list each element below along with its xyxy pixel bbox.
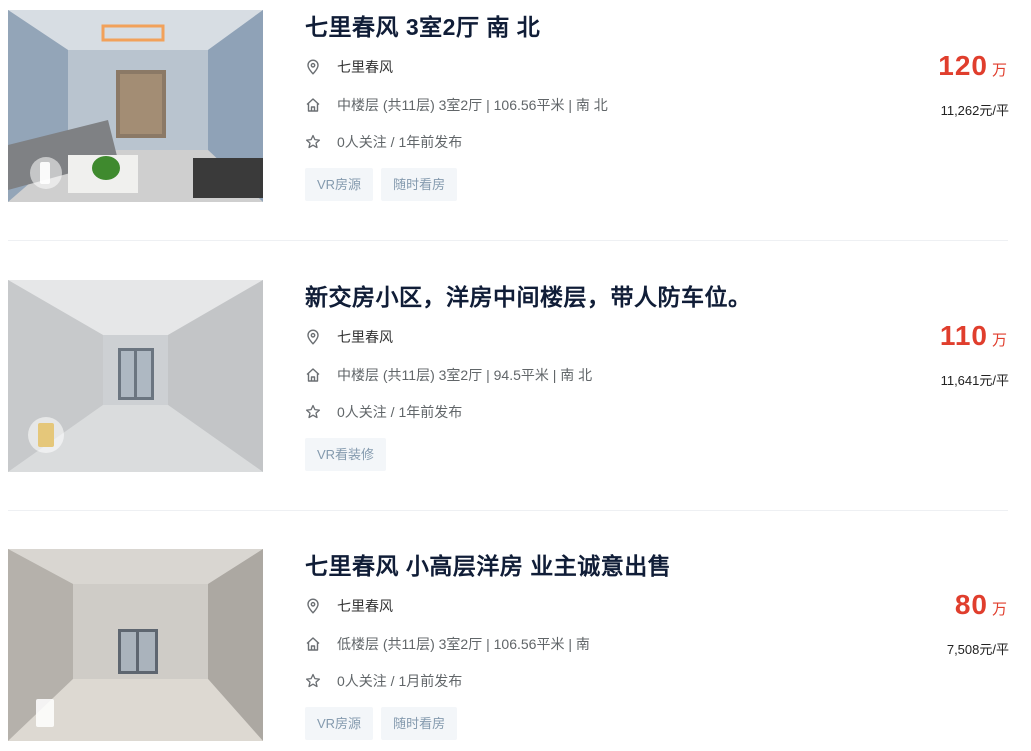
listing-list: 七里春风 3室2厅 南 北 七里春风 中楼层 (共11层) 3室2厅 | 106… <box>0 0 1031 751</box>
listing-card[interactable]: 七里春风 3室2厅 南 北 七里春风 中楼层 (共11层) 3室2厅 | 106… <box>0 0 1031 240</box>
house-info-row: 中楼层 (共11层) 3室2厅 | 94.5平米 | 南 北 <box>305 365 592 385</box>
star-icon <box>305 134 321 150</box>
total-price-value: 120 <box>938 50 988 81</box>
listing-title[interactable]: 七里春风 3室2厅 南 北 <box>305 8 540 42</box>
total-price: 120 万 <box>938 50 1007 82</box>
tag-vr: VR房源 <box>305 168 374 201</box>
star-icon <box>305 404 321 420</box>
tag-list: VR房源 随时看房 <box>305 168 458 201</box>
follow-row: 0人关注 / 1年前发布 <box>305 402 462 422</box>
listing-title[interactable]: 新交房小区，洋房中间楼层，带人防车位。 <box>305 278 752 312</box>
star-icon <box>305 673 321 689</box>
listing-photo[interactable] <box>8 280 263 472</box>
total-price-unit: 万 <box>991 62 1007 79</box>
house-info-text: 中楼层 (共11层) 3室2厅 | 106.56平米 | 南 北 <box>337 97 608 113</box>
tag-vr-decoration: VR看装修 <box>305 438 387 471</box>
divider <box>8 240 1008 241</box>
total-price-value: 110 <box>939 320 988 351</box>
location-pin-icon <box>305 329 321 345</box>
house-info-text: 中楼层 (共11层) 3室2厅 | 94.5平米 | 南 北 <box>337 367 593 383</box>
house-info-row: 中楼层 (共11层) 3室2厅 | 106.56平米 | 南 北 <box>305 95 608 115</box>
total-price-unit: 万 <box>991 332 1007 349</box>
listing-photo[interactable] <box>8 10 263 202</box>
community-row: 七里春风 <box>305 57 393 77</box>
listing-card[interactable]: 新交房小区，洋房中间楼层，带人防车位。 七里春风 中楼层 (共11层) 3室2厅… <box>0 270 1031 510</box>
divider <box>8 510 1008 511</box>
follow-text: 0人关注 / 1月前发布 <box>337 673 463 689</box>
empty-room-photo <box>8 280 263 472</box>
community-row: 七里春风 <box>305 327 393 347</box>
tag-viewing: 随时看房 <box>381 168 458 201</box>
house-info-row: 低楼层 (共11层) 3室2厅 | 106.56平米 | 南 <box>305 634 590 654</box>
unit-price: 11,262元/平 <box>940 103 1009 118</box>
house-icon <box>305 367 321 383</box>
total-price-value: 80 <box>954 589 988 620</box>
follow-row: 0人关注 / 1年前发布 <box>305 132 462 152</box>
tag-list: VR看装修 <box>305 438 387 471</box>
living-room-photo <box>8 10 263 202</box>
listing-photo[interactable] <box>8 549 263 741</box>
community-link[interactable]: 七里春风 <box>337 57 393 77</box>
location-pin-icon <box>305 598 321 614</box>
total-price: 80 万 <box>955 589 1007 621</box>
unit-price: 7,508元/平 <box>946 642 1009 657</box>
listing-title[interactable]: 七里春风 小高层洋房 业主诚意出售 <box>305 547 671 581</box>
community-link[interactable]: 七里春风 <box>337 596 393 616</box>
tag-viewing: 随时看房 <box>381 707 458 740</box>
listing-card[interactable]: 七里春风 小高层洋房 业主诚意出售 七里春风 低楼层 (共11层) 3室2厅 |… <box>0 539 1031 751</box>
unfinished-room-photo <box>8 549 263 741</box>
follow-text: 0人关注 / 1年前发布 <box>337 404 463 420</box>
community-link[interactable]: 七里春风 <box>337 327 393 347</box>
follow-row: 0人关注 / 1月前发布 <box>305 671 462 691</box>
total-price-unit: 万 <box>991 601 1007 618</box>
follow-text: 0人关注 / 1年前发布 <box>337 134 463 150</box>
tag-list: VR房源 随时看房 <box>305 707 458 740</box>
unit-price: 11,641元/平 <box>940 373 1009 388</box>
location-pin-icon <box>305 59 321 75</box>
house-icon <box>305 636 321 652</box>
community-row: 七里春风 <box>305 596 393 616</box>
house-info-text: 低楼层 (共11层) 3室2厅 | 106.56平米 | 南 <box>337 636 590 652</box>
tag-vr: VR房源 <box>305 707 374 740</box>
total-price: 110 万 <box>940 320 1007 352</box>
house-icon <box>305 97 321 113</box>
